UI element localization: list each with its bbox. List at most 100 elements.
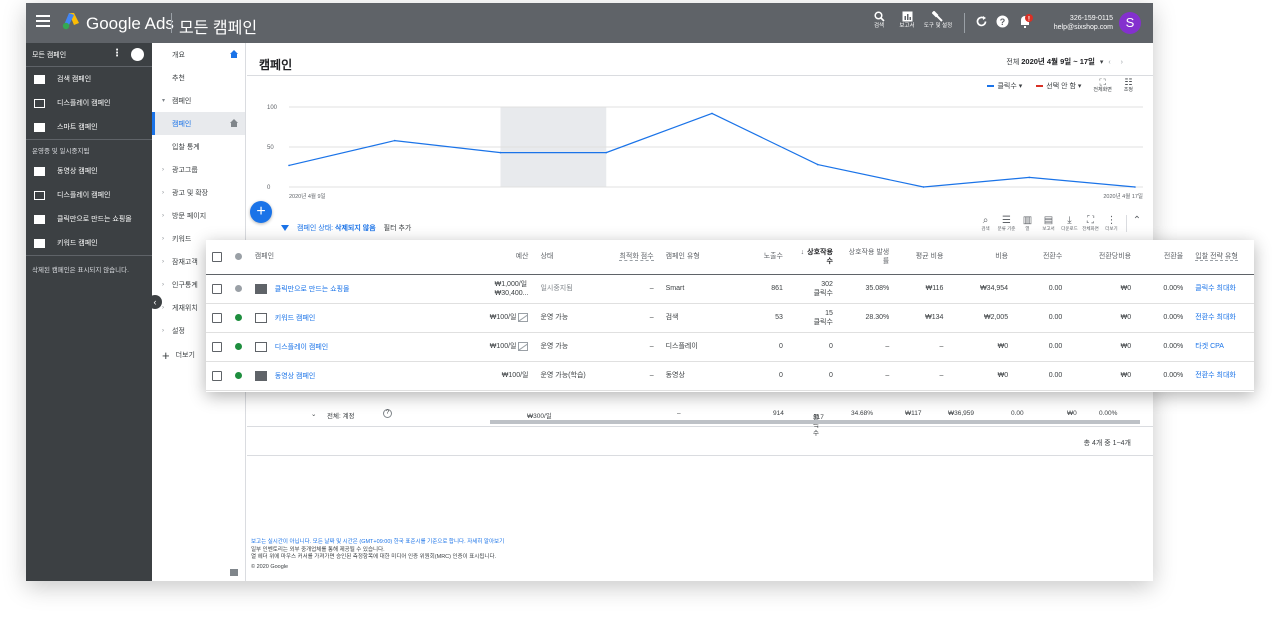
nav-item-bid-stats[interactable]: 입찰 통계 (152, 135, 245, 158)
col-inter-rate[interactable]: 상호작용 발생률 (838, 240, 896, 275)
metric1-select[interactable]: 클릭수 ▾ (987, 81, 1022, 91)
col-impr[interactable]: 노출수 (738, 240, 789, 275)
columns-button[interactable]: ▥ 열 (1017, 215, 1038, 232)
table-row[interactable]: 동영상 캠페인 ₩100/일 운영 가능(학습) – 동영상 0 0– – ₩0 0.00 ₩0 0.… (206, 361, 1254, 391)
budget-cell[interactable]: ₩100/일 (467, 361, 535, 391)
select-all-checkbox[interactable] (212, 251, 222, 262)
chevron-left-icon[interactable]: ‹ (1108, 59, 1110, 66)
nav-item-adgroups[interactable]: › 광고그룹 (152, 158, 245, 181)
nav-item-campaigns[interactable]: 캠페인 (152, 112, 245, 135)
col-interactions[interactable]: ↓ 상호작용수 (788, 240, 839, 275)
collapse-nav-button[interactable]: ‹ (148, 295, 162, 309)
segment-icon: ☰ (1002, 215, 1011, 226)
date-range-picker[interactable]: 전체 2020년 4월 9일 ~ 17일 ▾ ‹ › (1006, 56, 1123, 67)
search-icon (873, 11, 885, 22)
search-tool[interactable]: 검색 (864, 11, 894, 30)
row-checkbox[interactable] (212, 312, 222, 323)
horizontal-scrollbar[interactable] (490, 420, 1140, 424)
nav-item-overview[interactable]: 개요 (152, 43, 245, 66)
sidebar-item-display-campaign[interactable]: 디스플레이 캠페인 (26, 91, 152, 115)
refresh-icon[interactable] (975, 15, 988, 28)
collapse-table-button[interactable]: ⌃ (1126, 215, 1147, 232)
more-vert-icon[interactable]: ⋮ (112, 48, 122, 59)
chevron-down-icon[interactable] (131, 48, 144, 61)
brand-name[interactable]: Google Ads (86, 14, 174, 34)
chart-fullscreen-button[interactable]: ⛶ 전체화면 (1093, 78, 1111, 94)
col-avg-cost[interactable]: 평균 비용 (895, 240, 950, 275)
bid-strategy-cell[interactable]: 전환수 최대화 (1189, 303, 1254, 333)
campaign-name-cell[interactable]: 클릭만으로 만드는 쇼핑몰 (248, 274, 468, 304)
download-button[interactable]: ⤓ 다운로드 (1059, 215, 1080, 232)
sidebar-item-video-campaign[interactable]: 동영상 캠페인 (26, 159, 152, 183)
sidebar-item-shopping[interactable]: 클릭만으로 만드는 쇼핑몰 (26, 207, 152, 231)
sidebar-item-keyword-campaign[interactable]: 키워드 캠페인 (26, 231, 152, 255)
col-cost-per-conv[interactable]: 전환당비용 (1068, 240, 1138, 275)
notifications-icon[interactable]: ! (1018, 13, 1034, 29)
campaign-name-cell[interactable]: 키워드 캠페인 (248, 303, 468, 333)
table-row[interactable]: 디스플레이 캠페인 ₩100/일 운영 가능 – 디스플레이 0 0– – ₩0 0.00 ₩0 0.… (206, 332, 1254, 362)
account-info[interactable]: 326-159-0115 help@sixshop.com (1036, 14, 1113, 32)
chart-adjust-button[interactable]: ☷ 조정 (1124, 78, 1133, 94)
segment-button[interactable]: ☰ 분류 기준 (996, 215, 1017, 232)
nav-more-label: 더보기 (175, 352, 195, 359)
page-title: 모든 캠페인 (179, 20, 258, 37)
avg-cost-cell: – (895, 332, 950, 362)
col-opt-score[interactable]: 최적화 점수 (597, 240, 660, 275)
metric2-select[interactable]: 선택 안 함 ▾ (1036, 81, 1081, 91)
bid-strategy-cell[interactable]: 클릭수 최대화 (1189, 274, 1254, 304)
learn-more-link[interactable]: 자세히 알아보기 (467, 539, 504, 545)
bid-strategy-cell[interactable]: 전환수 최대화 (1189, 361, 1254, 391)
nav-item-landing-pages[interactable]: › 방문 페이지 (152, 204, 245, 227)
nav-item-recommendations[interactable]: 추천 (152, 66, 245, 89)
row-checkbox[interactable] (212, 341, 222, 352)
col-conv[interactable]: 전환수 (1014, 240, 1069, 275)
row-checkbox[interactable] (212, 370, 222, 381)
expand-icon[interactable]: ⌄ (311, 410, 316, 418)
help-icon[interactable]: ? (996, 15, 1009, 28)
nav-item-campaigns-group[interactable]: ▾ 캠페인 (152, 89, 245, 112)
col-type[interactable]: 캠페인 유형 (659, 240, 739, 275)
campaign-name: 동영상 캠페인 (274, 372, 316, 380)
col-status[interactable]: 상태 (534, 240, 598, 275)
nav-item-ads-extensions[interactable]: › 광고 및 확장 (152, 181, 245, 204)
chevron-down-icon: ▾ (162, 98, 166, 104)
budget-cell[interactable]: ₩1,000/일 ₩30,400... (467, 274, 535, 304)
table-row[interactable]: 클릭만으로 만드는 쇼핑몰 ₩1,000/일 ₩30,400... 일시중지됨 – Sm… (206, 274, 1254, 304)
budget-cell[interactable]: ₩100/일 (467, 332, 535, 362)
sidebar-header[interactable]: 모든 캠페인 ⋮ (26, 43, 152, 67)
totals-impr: 914 (773, 410, 784, 417)
row-checkbox[interactable] (212, 283, 222, 294)
feedback-icon[interactable] (230, 569, 238, 576)
campaign-status-filter[interactable]: 캠페인 상태: 삭제되지 않음 필터 추가 (281, 223, 411, 233)
sidebar-item-smart-campaign[interactable]: 스마트 캠페인 (26, 115, 152, 139)
totals-budget: ₩300/일 (527, 413, 552, 420)
bid-strategy-cell[interactable]: 타겟 CPA (1189, 332, 1254, 362)
status-cell: 운영 가능 (534, 332, 598, 362)
more-button[interactable]: ⋮ 더보기 (1101, 215, 1122, 232)
campaign-name-cell[interactable]: 동영상 캠페인 (248, 361, 468, 391)
sidebar-item-display-campaign-2[interactable]: 디스플레이 캠페인 (26, 183, 152, 207)
reports-tool[interactable]: 보고서 (892, 11, 922, 30)
col-budget[interactable]: 예산 (467, 240, 535, 275)
svg-text:?: ? (1000, 17, 1006, 27)
add-filter-button[interactable]: 필터 추가 (384, 223, 412, 233)
reports-button[interactable]: ▤ 보고서 (1038, 215, 1059, 232)
fullscreen-icon: ⛶ (1087, 215, 1094, 226)
table-search-button[interactable]: ⌕ 검색 (975, 215, 996, 232)
budget-cell[interactable]: ₩100/일 (467, 303, 535, 333)
y-tick-label: 50 (267, 145, 274, 151)
add-campaign-button[interactable]: + (250, 201, 272, 223)
tools-settings-tool[interactable]: 도구 및 설정 (923, 11, 953, 30)
help-icon[interactable]: ? (383, 409, 392, 418)
sidebar-item-search-campaign[interactable]: 검색 캠페인 (26, 67, 152, 91)
col-cost[interactable]: 비용 (949, 240, 1015, 275)
menu-icon[interactable] (36, 15, 50, 27)
col-conv-rate[interactable]: 전환율 (1137, 240, 1190, 275)
avatar[interactable]: S (1119, 12, 1141, 34)
campaign-name-cell[interactable]: 디스플레이 캠페인 (248, 332, 468, 362)
col-campaign[interactable]: 캠페인 (248, 240, 468, 275)
chevron-right-icon[interactable]: › (1121, 59, 1123, 66)
table-fullscreen-button[interactable]: ⛶ 전체화면 (1080, 215, 1101, 232)
table-row[interactable]: 키워드 캠페인 ₩100/일 운영 가능 – 검색 53 15 클릭수 28.30% ₩134 ₩… (206, 303, 1254, 333)
col-bid-strategy[interactable]: 입찰 전략 유형 (1189, 240, 1254, 275)
